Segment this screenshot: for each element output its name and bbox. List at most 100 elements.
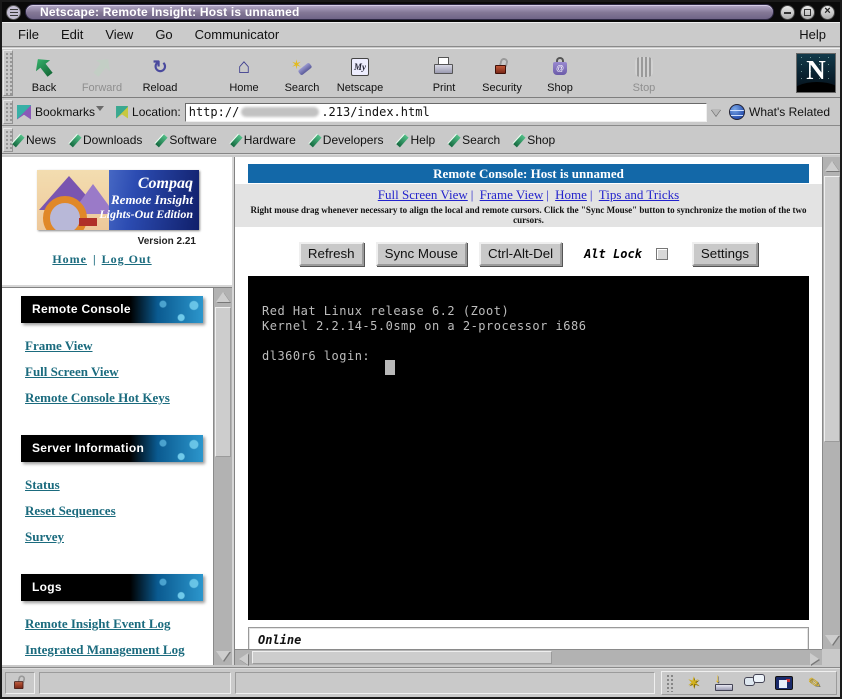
status-progress-panel xyxy=(39,672,231,694)
toolbar-grip[interactable] xyxy=(3,50,13,96)
ctrl-alt-del-button[interactable]: Ctrl-Alt-Del xyxy=(479,242,562,266)
sidebar-item-frame-view[interactable]: Frame View xyxy=(25,338,213,354)
sidebar-scroll-thumb[interactable] xyxy=(215,307,231,457)
main-vertical-scrollbar[interactable] xyxy=(822,157,840,649)
main-scroll-down-icon[interactable] xyxy=(824,632,840,648)
address-book-icon[interactable] xyxy=(772,673,796,693)
refresh-button[interactable]: Refresh xyxy=(299,242,364,266)
maximize-button[interactable] xyxy=(800,5,815,20)
url-history-dropdown-icon[interactable] xyxy=(711,109,721,116)
menu-file[interactable]: File xyxy=(2,27,50,42)
netscape-button[interactable]: My Netscape xyxy=(331,50,389,96)
menu-edit[interactable]: Edit xyxy=(50,27,94,42)
sidebar-item-remote-insight-event-log[interactable]: Remote Insight Event Log xyxy=(25,616,213,632)
status-message-panel xyxy=(235,672,655,694)
page-content: Compaq Remote Insight Lights-Out Edition… xyxy=(2,157,840,665)
main-hscroll-thumb[interactable] xyxy=(252,651,552,664)
bookmarks-dropdown-icon[interactable] xyxy=(96,106,104,111)
main-scroll-left-icon[interactable] xyxy=(236,651,250,665)
sidebar-nav-frame: Remote Console Frame View Full Screen Vi… xyxy=(2,288,232,665)
logout-link[interactable]: Log Out xyxy=(102,252,152,266)
nav-tips-and-tricks[interactable]: Tips and Tricks xyxy=(599,187,679,202)
main-horizontal-scrollbar[interactable] xyxy=(235,649,822,665)
minimize-button[interactable] xyxy=(780,5,795,20)
connection-status: Online xyxy=(248,627,809,649)
shop-button[interactable]: @ Shop xyxy=(531,50,589,96)
location-icon[interactable] xyxy=(116,106,128,119)
main-scroll-thumb[interactable] xyxy=(824,176,840,442)
nav-full-screen-view[interactable]: Full Screen View xyxy=(378,187,468,202)
netscape-my-icon: My xyxy=(351,58,369,76)
discussions-icon[interactable] xyxy=(742,673,766,693)
nav-frame-view[interactable]: Frame View xyxy=(480,187,544,202)
sync-mouse-button[interactable]: Sync Mouse xyxy=(376,242,467,266)
inbox-icon[interactable]: ↓ xyxy=(712,673,736,693)
alt-lock-checkbox[interactable] xyxy=(656,248,668,260)
component-bar-grip[interactable] xyxy=(666,674,673,692)
security-status-indicator[interactable] xyxy=(5,672,35,694)
personal-item-shop[interactable]: Shop xyxy=(516,133,555,147)
main-frame: Remote Console: Host is unnamed Full Scr… xyxy=(235,157,840,665)
bookmark-ribbon-icon xyxy=(308,133,321,147)
remote-console-screen[interactable]: Red Hat Linux release 6.2 (Zoot) Kernel … xyxy=(248,276,809,620)
personal-item-hardware[interactable]: Hardware xyxy=(233,133,296,147)
main-scroll-up-icon[interactable] xyxy=(824,158,840,174)
forward-button[interactable]: Forward xyxy=(73,50,131,96)
bookmark-ribbon-icon xyxy=(448,133,461,147)
menu-communicator[interactable]: Communicator xyxy=(184,27,291,42)
sidebar-item-status[interactable]: Status xyxy=(25,477,213,493)
location-input[interactable]: http:// .213/index.html xyxy=(185,103,707,122)
menu-view[interactable]: View xyxy=(94,27,144,42)
sidebar-item-integrated-management-log[interactable]: Integrated Management Log xyxy=(25,642,213,658)
personal-item-search[interactable]: Search xyxy=(451,133,500,147)
personal-item-news[interactable]: News xyxy=(15,133,56,147)
personal-toolbar-grip[interactable] xyxy=(3,128,13,152)
menu-help[interactable]: Help xyxy=(788,27,840,42)
personal-item-help[interactable]: Help xyxy=(399,133,435,147)
sidebar-item-full-screen-view[interactable]: Full Screen View xyxy=(25,364,213,380)
print-button[interactable]: Print xyxy=(415,50,473,96)
personal-toolbar: News Downloads Software Hardware Develop… xyxy=(2,127,840,155)
stop-button[interactable]: Stop xyxy=(615,50,673,96)
navigator-icon[interactable]: ✶ xyxy=(681,673,705,693)
close-button[interactable]: × xyxy=(820,5,835,20)
home-button[interactable]: ⌂ Home xyxy=(215,50,273,96)
main-nav-links: Full Screen View| Frame View| Home| Tips… xyxy=(235,187,822,203)
personal-item-developers[interactable]: Developers xyxy=(312,133,384,147)
personal-item-software[interactable]: Software xyxy=(158,133,216,147)
bookmarks-button[interactable]: Bookmarks xyxy=(35,105,95,119)
sidebar-scrollbar[interactable] xyxy=(213,288,232,665)
close-icon: × xyxy=(821,5,834,17)
home-icon: ⌂ xyxy=(238,55,251,79)
settings-button[interactable]: Settings xyxy=(692,242,758,266)
sidebar-scroll-up-icon[interactable] xyxy=(215,289,231,305)
sidebar-scroll-down-icon[interactable] xyxy=(215,648,231,664)
main-scroll-right-icon[interactable] xyxy=(807,651,821,665)
sidebar-item-remote-console-hot-keys[interactable]: Remote Console Hot Keys xyxy=(25,390,213,406)
whats-related-button[interactable]: What's Related xyxy=(749,105,840,119)
personal-item-downloads[interactable]: Downloads xyxy=(72,133,142,147)
compaq-logo: Compaq Remote Insight Lights-Out Edition xyxy=(37,170,199,230)
terminal-line: dl360r6 login: xyxy=(262,349,809,364)
sidebar-item-survey[interactable]: Survey xyxy=(25,529,213,545)
stop-icon xyxy=(635,57,653,77)
location-bar-grip[interactable] xyxy=(3,100,13,124)
home-link[interactable]: Home xyxy=(52,252,87,266)
terminal-line xyxy=(262,334,809,349)
menu-go[interactable]: Go xyxy=(144,27,183,42)
bookmarks-icon xyxy=(17,105,31,120)
back-button[interactable]: Back xyxy=(15,50,73,96)
shop-bag-icon: @ xyxy=(550,56,570,78)
window-menu-button[interactable] xyxy=(6,5,21,20)
bookmark-ribbon-icon xyxy=(155,133,168,147)
main-view: Remote Console: Host is unnamed Full Scr… xyxy=(235,157,822,649)
search-button[interactable]: ✶ Search xyxy=(273,50,331,96)
security-button[interactable]: Security xyxy=(473,50,531,96)
netscape-logo[interactable]: N xyxy=(796,53,836,93)
composer-icon[interactable]: ✎ xyxy=(802,673,826,693)
reload-button[interactable]: ↻ Reload xyxy=(131,50,189,96)
search-icon: ✶ xyxy=(290,55,314,79)
reload-icon: ↻ xyxy=(152,58,167,76)
nav-home[interactable]: Home xyxy=(555,187,587,202)
sidebar-item-reset-sequences[interactable]: Reset Sequences xyxy=(25,503,213,519)
